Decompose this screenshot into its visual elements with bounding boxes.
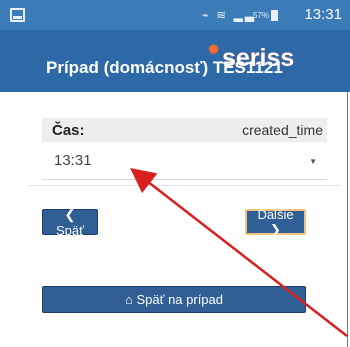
status-time: 13:31	[304, 6, 342, 23]
field-name: created_time	[242, 122, 323, 138]
time-field-row: Čas: created_time	[42, 118, 327, 142]
battery-percent: 57%	[252, 11, 269, 20]
status-bar: ⌁ ≋ ▂▃ 57% 13:31	[0, 0, 350, 30]
status-icons: ⌁ ≋ ▂▃	[201, 8, 256, 22]
time-value: 13:31	[54, 152, 92, 169]
divider	[28, 185, 341, 186]
notification-icon	[10, 8, 25, 22]
back-button[interactable]: ❮ Späť	[42, 207, 98, 238]
star-icon: ✹	[207, 42, 221, 59]
time-label: Čas:	[52, 122, 85, 139]
battery-icon	[271, 10, 278, 21]
chevron-down-icon: ▼	[309, 157, 317, 166]
app-header: ✹ seriss Prípad (domácnosť) TES1121	[0, 30, 350, 92]
next-button[interactable]: Ďalšie ❯	[245, 207, 306, 237]
page-title: Prípad (domácnosť) TES1121	[46, 58, 283, 77]
time-select[interactable]: 13:31 ▼	[42, 145, 327, 180]
back-to-case-button[interactable]: ⌂ Späť na prípad	[42, 286, 306, 313]
